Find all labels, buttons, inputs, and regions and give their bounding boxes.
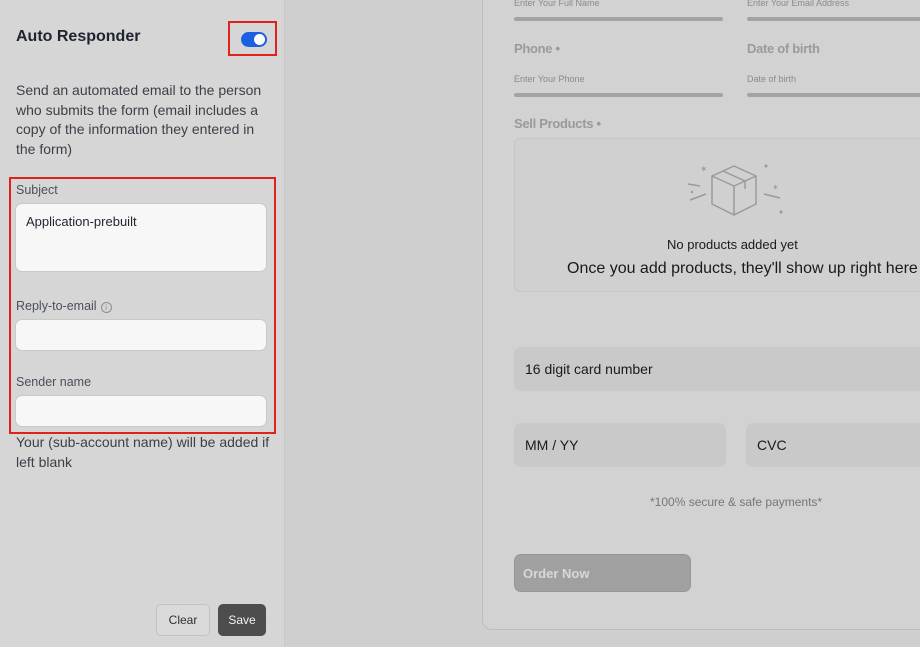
email-underline[interactable] bbox=[747, 17, 920, 21]
toggle-highlight bbox=[228, 21, 277, 56]
no-products-title-text: No products added yet bbox=[667, 237, 798, 252]
settings-panel: Auto Responder Send an automated email t… bbox=[0, 0, 285, 647]
required-mark: • bbox=[555, 41, 561, 56]
sender-name-input[interactable] bbox=[15, 395, 267, 427]
svg-text:✶: ✶ bbox=[772, 183, 779, 192]
card-number-input[interactable]: 16 digit card number bbox=[514, 347, 920, 391]
reply-to-email-input[interactable] bbox=[15, 319, 267, 351]
fields-highlight: Subject Application-prebuilt Reply-to-em… bbox=[9, 177, 276, 434]
sender-name-hint: Your (sub-account name) will be added if… bbox=[16, 434, 270, 470]
toggle-knob bbox=[254, 34, 265, 45]
fullname-underline[interactable] bbox=[514, 17, 723, 21]
subject-label: Subject bbox=[16, 183, 58, 197]
dob-placeholder: Date of birth bbox=[747, 74, 797, 84]
auto-responder-toggle[interactable] bbox=[241, 32, 267, 47]
phone-label: Phone • bbox=[514, 41, 560, 56]
auto-responder-title: Auto Responder bbox=[16, 28, 141, 45]
save-button[interactable]: Save bbox=[218, 604, 266, 636]
reply-to-label: Reply-to-email i bbox=[16, 299, 112, 313]
dob-underline[interactable] bbox=[747, 93, 920, 97]
subject-input[interactable]: Application-prebuilt bbox=[15, 203, 267, 272]
empty-box-icon: ✶ ✶ bbox=[687, 164, 783, 216]
required-mark: • bbox=[596, 116, 602, 131]
order-now-button[interactable]: Order Now bbox=[514, 554, 691, 592]
secure-payments-note: *100% secure & safe payments* bbox=[650, 495, 823, 509]
phone-label-text: Phone bbox=[514, 41, 553, 56]
svg-text:✶: ✶ bbox=[700, 165, 708, 175]
sell-products-label-text: Sell Products bbox=[514, 116, 594, 131]
reply-to-label-text: Reply-to-email bbox=[16, 299, 97, 313]
sender-name-label: Sender name bbox=[16, 375, 92, 389]
phone-placeholder: Enter Your Phone bbox=[514, 74, 585, 84]
no-products-subtitle-text: Once you add products, they'll show up r… bbox=[567, 260, 918, 277]
clear-button[interactable]: Clear bbox=[156, 604, 210, 636]
dob-label: Date of birth bbox=[747, 41, 820, 56]
fullname-placeholder: Enter Your Full Name bbox=[514, 0, 600, 8]
sell-products-label: Sell Products • bbox=[514, 116, 601, 131]
info-icon[interactable]: i bbox=[100, 302, 112, 313]
expiry-input[interactable]: MM / YY bbox=[514, 423, 726, 467]
phone-underline[interactable] bbox=[514, 93, 723, 97]
cvc-input[interactable]: CVC bbox=[746, 423, 920, 467]
auto-responder-description: Send an automated email to the person wh… bbox=[16, 82, 262, 157]
email-placeholder: Enter Your Email Address bbox=[747, 0, 850, 8]
